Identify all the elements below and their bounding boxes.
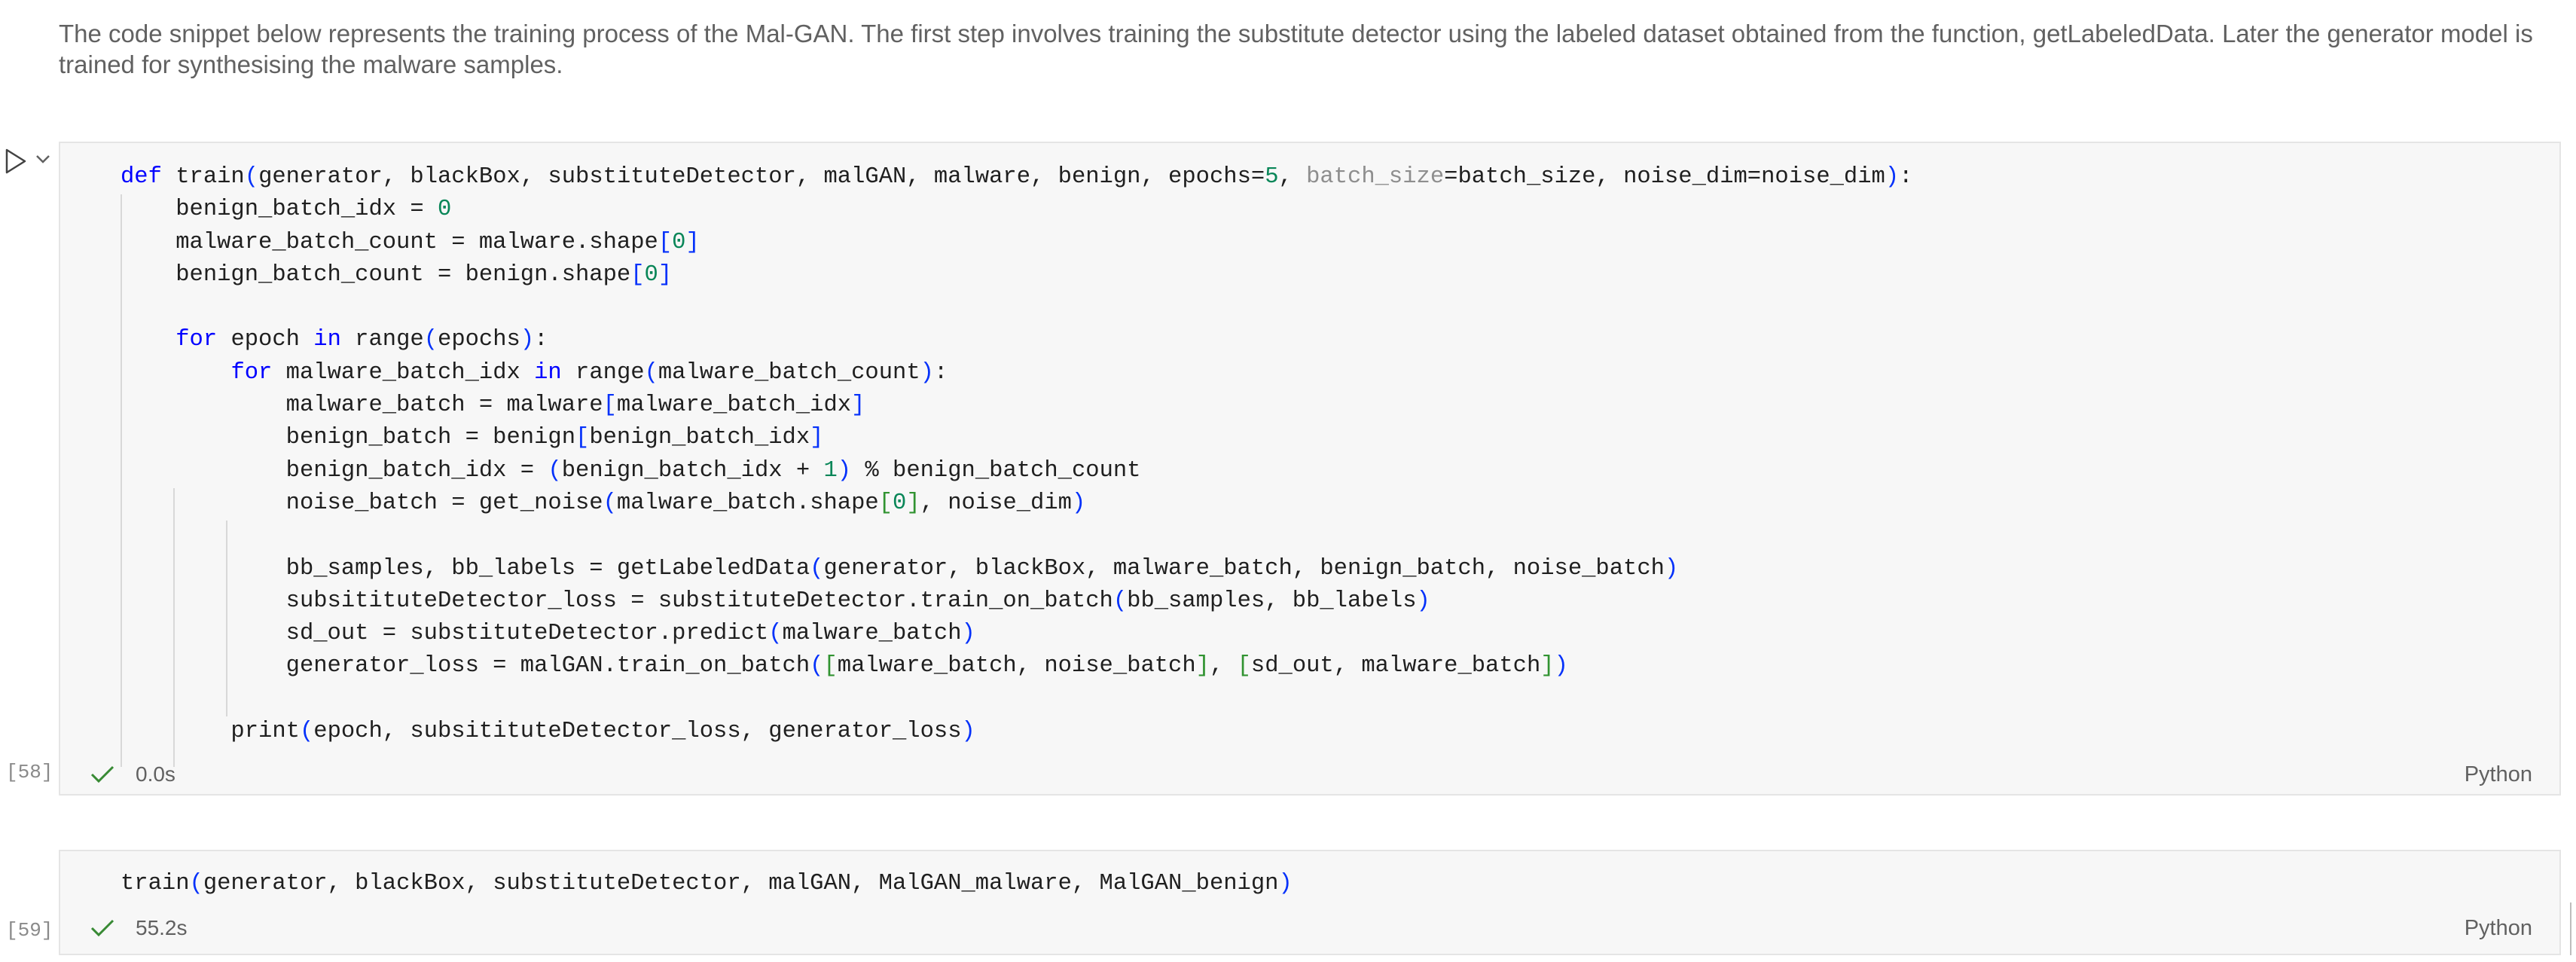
code-editor[interactable]: train(generator, blackBox, substituteDet… xyxy=(121,868,1293,900)
check-icon xyxy=(90,919,114,937)
markdown-cell-text: The code snippet below represents the tr… xyxy=(59,20,2533,78)
chevron-down-icon[interactable] xyxy=(35,152,51,166)
execution-count: [58] xyxy=(6,761,53,783)
execution-time: 55.2s xyxy=(136,916,188,939)
execution-time: 0.0s xyxy=(136,762,175,786)
check-icon xyxy=(90,765,114,783)
scrollbar[interactable] xyxy=(2570,902,2571,955)
code-editor[interactable]: def train(generator, blackBox, substitut… xyxy=(121,161,1912,748)
language-selector[interactable]: Python xyxy=(2465,762,2532,787)
execution-count: [59] xyxy=(6,919,53,942)
run-cell-icon[interactable] xyxy=(5,148,27,175)
cell-status: 0.0s xyxy=(87,762,175,786)
cell-status: 55.2s xyxy=(87,916,188,940)
code-cell[interactable]: def train(generator, blackBox, substitut… xyxy=(59,142,2561,796)
language-selector[interactable]: Python xyxy=(2465,916,2532,941)
code-cell[interactable]: train(generator, blackBox, substituteDet… xyxy=(59,850,2561,955)
